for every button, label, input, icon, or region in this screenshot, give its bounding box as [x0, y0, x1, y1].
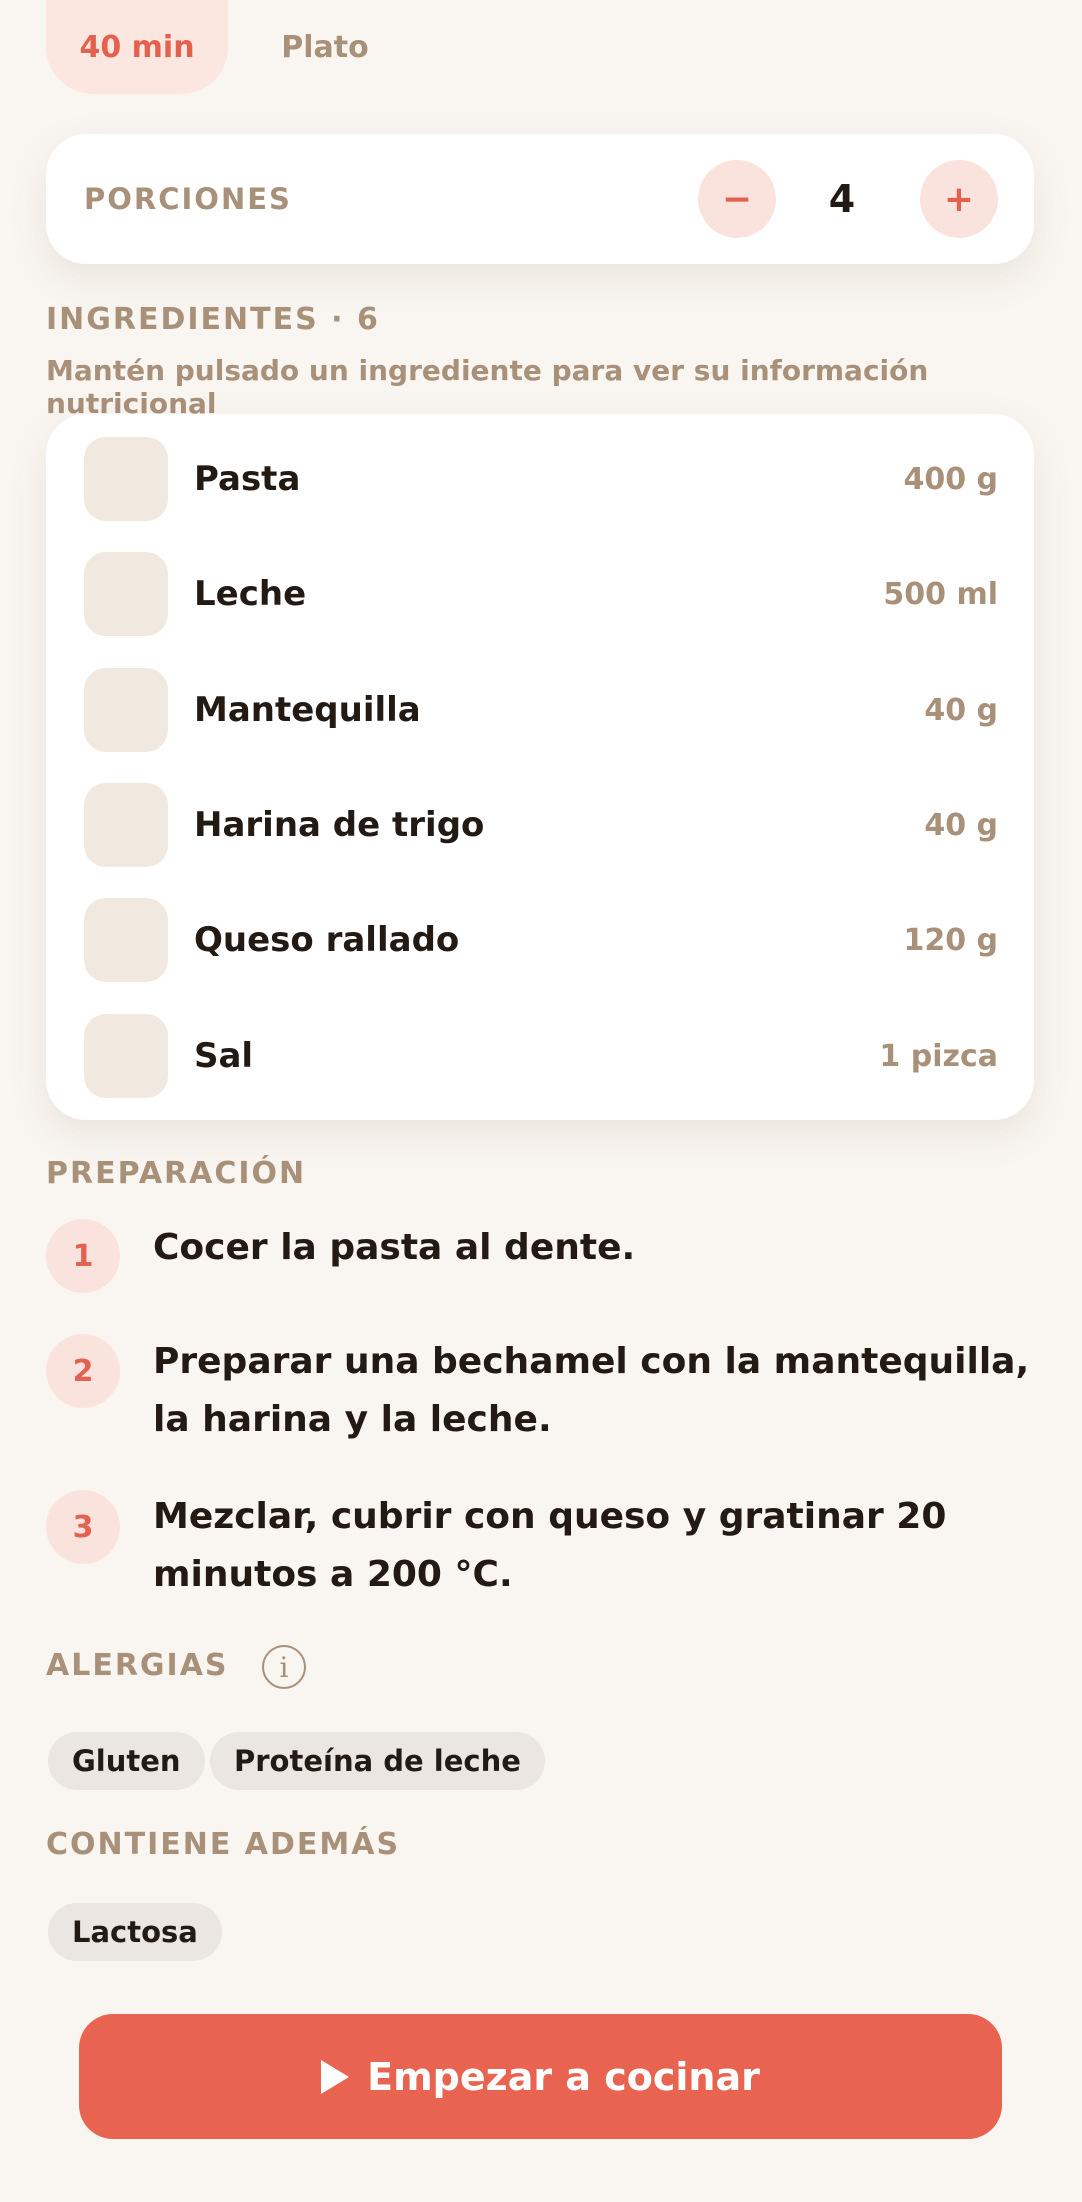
- ingredient-quantity: 40 g: [924, 807, 998, 843]
- start-cooking-label: Empezar a cocinar: [367, 2054, 760, 2099]
- ingredient-name: Mantequilla: [194, 690, 421, 730]
- also-contains-title: CONTIENE ADEMÁS: [46, 1827, 401, 1862]
- allergen-tag: Proteína de leche: [210, 1732, 545, 1790]
- decrease-servings-button[interactable]: −: [698, 160, 776, 238]
- ingredient-row[interactable]: Leche 500 ml: [46, 529, 1034, 644]
- servings-count: 4: [828, 177, 856, 221]
- ingredients-list: Pasta 400 g Leche 500 ml Mantequilla 40 …: [46, 414, 1034, 1120]
- ingredients-title: INGREDIENTES · 6: [46, 302, 380, 337]
- step-text: Mezclar, cubrir con queso y gratinar 20 …: [153, 1496, 947, 1595]
- preparation-title: PREPARACIÓN: [46, 1156, 307, 1191]
- servings-label: PORCIONES: [84, 182, 292, 216]
- start-cooking-button[interactable]: Empezar a cocinar: [79, 2014, 1002, 2139]
- play-icon: [321, 2059, 350, 2094]
- ingredient-row[interactable]: Mantequilla 40 g: [46, 645, 1034, 760]
- ingredient-name: Sal: [194, 1036, 254, 1076]
- info-icon[interactable]: i: [262, 1645, 306, 1689]
- ingredient-name: Queso rallado: [194, 920, 460, 960]
- step-text: Preparar una bechamel con la mantequilla…: [153, 1341, 1030, 1440]
- ingredient-name: Harina de trigo: [194, 805, 485, 845]
- ingredient-quantity: 120 g: [903, 922, 998, 958]
- step-number: 2: [46, 1334, 120, 1408]
- step-number: 3: [46, 1490, 120, 1564]
- allergies-title: ALERGIAS: [46, 1648, 229, 1683]
- time-chip: 40 min: [46, 0, 228, 94]
- step-text: Cocer la pasta al dente.: [153, 1227, 636, 1268]
- increase-servings-button[interactable]: +: [920, 160, 998, 238]
- servings-card: PORCIONES − 4 +: [46, 134, 1034, 264]
- allergen-tag: Gluten: [48, 1732, 205, 1790]
- ingredient-checkbox[interactable]: [84, 552, 168, 636]
- contains-tag: Lactosa: [48, 1903, 222, 1961]
- ingredient-row[interactable]: Harina de trigo 40 g: [46, 760, 1034, 875]
- ingredient-checkbox[interactable]: [84, 1014, 168, 1098]
- dish-type-chip: Plato: [281, 29, 369, 65]
- ingredient-row[interactable]: Queso rallado 120 g: [46, 875, 1034, 990]
- ingredient-row[interactable]: Pasta 400 g: [46, 414, 1034, 529]
- ingredient-quantity: 1 pizca: [879, 1038, 998, 1074]
- ingredient-checkbox[interactable]: [84, 898, 168, 982]
- ingredient-quantity: 400 g: [903, 461, 998, 497]
- ingredient-checkbox[interactable]: [84, 437, 168, 521]
- ingredients-hint: Mantén pulsado un ingrediente para ver s…: [46, 354, 929, 420]
- ingredient-row[interactable]: Sal 1 pizca: [46, 991, 1034, 1106]
- ingredient-quantity: 500 ml: [883, 576, 998, 612]
- ingredient-name: Pasta: [194, 459, 301, 499]
- ingredient-checkbox[interactable]: [84, 783, 168, 867]
- ingredient-name: Leche: [194, 574, 307, 614]
- ingredient-checkbox[interactable]: [84, 668, 168, 752]
- ingredient-quantity: 40 g: [924, 692, 998, 728]
- step-number: 1: [46, 1219, 120, 1293]
